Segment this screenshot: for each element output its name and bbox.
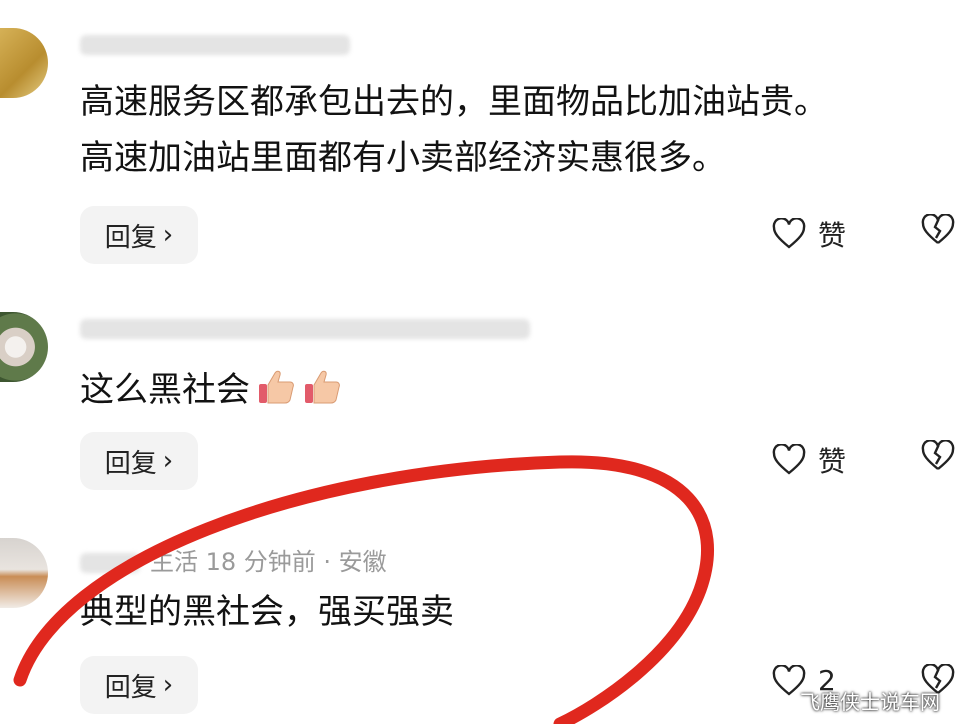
avatar-glyph: ​ [0, 34, 20, 52]
reply-label: 回复 [104, 448, 157, 479]
watermark: 飞鹰侠士说车网 [800, 690, 940, 714]
avatar[interactable] [0, 312, 48, 382]
comment-text-content: 这么黑社会 [80, 370, 250, 410]
like-button[interactable]: 赞 [772, 440, 846, 480]
like-button[interactable]: 赞 [772, 214, 846, 254]
reply-label: 回复 [104, 222, 157, 253]
chevron-right-icon: › [162, 446, 174, 476]
heart-icon [772, 444, 806, 475]
thumbs-up-icon [305, 370, 340, 404]
comment-text: 典型的黑社会，强买强卖 [80, 592, 454, 632]
comment-meta [80, 314, 540, 342]
reply-button[interactable]: 回复 › [80, 206, 198, 264]
like-label: 赞 [818, 219, 847, 252]
redacted-username [80, 553, 140, 573]
thumbs-up-icon [259, 370, 294, 404]
reply-button[interactable]: 回复 › [80, 656, 198, 714]
chevron-right-icon: › [162, 670, 174, 700]
redacted-username [80, 35, 350, 55]
like-label: 赞 [818, 445, 847, 478]
comment-text: 这么黑社会 [80, 362, 940, 418]
comment-meta [80, 30, 360, 58]
broken-heart-icon [921, 439, 955, 470]
reply-label: 回复 [104, 672, 157, 703]
dislike-button[interactable] [920, 439, 956, 476]
dislike-button[interactable] [920, 213, 956, 250]
comment-meta-text: 生活 18 分钟前 · 安徽 [150, 548, 387, 576]
comment-meta: 生活 18 分钟前 · 安徽 [80, 542, 387, 577]
reply-button[interactable]: 回复 › [80, 432, 198, 490]
avatar[interactable] [0, 538, 48, 608]
chevron-right-icon: › [162, 220, 174, 250]
redacted-username [80, 319, 530, 339]
heart-icon [772, 218, 806, 249]
broken-heart-icon [921, 213, 955, 244]
avatar[interactable]: ​ [0, 28, 48, 98]
comment-text: 高速服务区都承包出去的，里面物品比加油站贵。 高速加油站里面都有小卖部经济实惠很… [80, 82, 828, 178]
